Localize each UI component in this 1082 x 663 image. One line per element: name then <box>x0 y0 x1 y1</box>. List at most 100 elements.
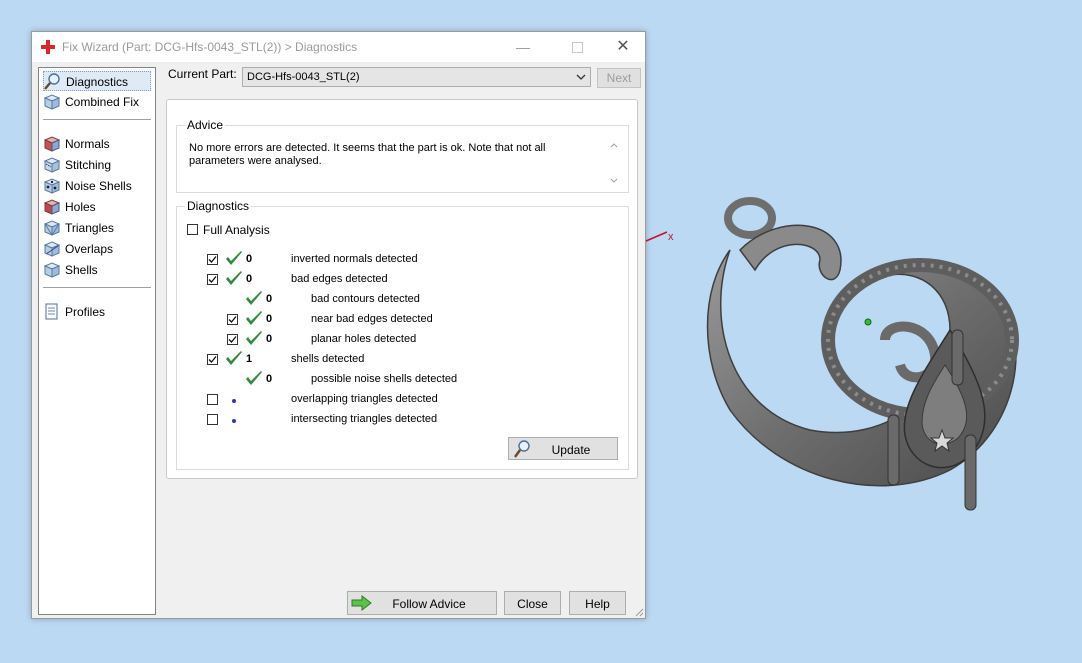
follow-advice-button[interactable]: Follow Advice <box>347 591 497 615</box>
diagnostic-label: near bad edges detected <box>311 313 433 325</box>
resize-grip-icon[interactable] <box>634 607 644 617</box>
diagnostic-count: 0 <box>266 373 273 385</box>
diagnostic-row: 0 near bad edges detected <box>177 311 617 328</box>
nav-label: Normals <box>65 137 110 151</box>
diagnostic-checkbox[interactable] <box>207 354 218 365</box>
checkmark-icon <box>208 276 217 283</box>
chevron-down-icon <box>576 74 586 80</box>
nav-item-profiles[interactable]: Profiles <box>43 302 151 322</box>
advice-text: No more errors are detected. It seems th… <box>189 142 546 167</box>
nav-item-overlaps[interactable]: Overlaps <box>43 239 151 259</box>
diagnostic-count: 0 <box>246 273 253 285</box>
pending-dot-icon <box>232 419 236 423</box>
update-button[interactable]: Update <box>508 437 618 460</box>
full-analysis-label: Full Analysis <box>203 223 270 237</box>
diagnostic-checkbox[interactable] <box>207 274 218 285</box>
help-label: Help <box>585 597 610 611</box>
red-cross-icon <box>41 40 55 54</box>
diagnostic-row: 0 planar holes detected <box>177 331 617 348</box>
diagnostic-checkbox[interactable] <box>207 414 218 425</box>
close-label: Close <box>517 597 548 611</box>
diagnostic-checkbox[interactable] <box>207 254 218 265</box>
diagnostic-count: 0 <box>246 253 253 265</box>
holes-cube-icon <box>43 199 60 215</box>
nav-label: Diagnostics <box>66 75 129 89</box>
diagnostics-title: Diagnostics <box>185 199 252 213</box>
window-title: Fix Wizard (Part: DCG-Hfs-0043_STL(2)) >… <box>62 40 358 54</box>
diagnostic-label: shells detected <box>291 353 365 365</box>
triangles-icon <box>43 220 60 236</box>
green-check-icon <box>226 351 242 365</box>
diagnostic-label: possible noise shells detected <box>311 373 458 385</box>
diagnostic-label: overlapping triangles detected <box>291 393 438 405</box>
advice-title: Advice <box>185 118 226 132</box>
green-check-icon <box>246 371 262 385</box>
checkmark-icon <box>228 316 237 323</box>
green-check-icon <box>226 251 242 265</box>
nav-label: Shells <box>65 263 98 277</box>
nav-item-triangles[interactable]: Triangles <box>43 218 151 238</box>
diagnostic-row: 0 inverted normals detected <box>177 251 617 268</box>
diagnostic-label: bad contours detected <box>311 293 420 305</box>
diagnostic-count: 0 <box>266 333 273 345</box>
diagnostic-row: 0 bad edges detected <box>177 271 617 288</box>
nav-item-noise-shells[interactable]: Noise Shells <box>43 176 151 196</box>
diagnostic-checkbox[interactable] <box>227 334 238 345</box>
green-check-icon <box>246 331 262 345</box>
nav-divider <box>43 119 151 120</box>
diagnostics-group: Diagnostics Full Analysis 0 inverted norm… <box>176 199 629 470</box>
diagnostic-label: inverted normals detected <box>291 253 418 265</box>
help-button[interactable]: Help <box>569 591 626 615</box>
checkmark-icon <box>208 356 217 363</box>
diagnostic-count: 0 <box>266 313 273 325</box>
diagnostic-row: 1 shells detected <box>177 351 617 368</box>
nav-label: Triangles <box>65 221 114 235</box>
nav-item-normals[interactable]: Normals <box>43 134 151 154</box>
green-check-icon <box>246 291 262 305</box>
checkmark-icon <box>228 336 237 343</box>
axis-label: x <box>668 231 674 243</box>
fix-wizard-window: Fix Wizard (Part: DCG-Hfs-0043_STL(2)) >… <box>31 31 646 619</box>
full-analysis-row: Full Analysis <box>177 222 617 238</box>
current-part-value: DCG-Hfs-0043_STL(2) <box>247 71 360 83</box>
close-window-button[interactable]: ✕ <box>600 32 646 62</box>
checkmark-icon <box>208 256 217 263</box>
overlaps-icon <box>43 241 60 257</box>
shells-icon <box>43 262 60 278</box>
diagnostic-checkbox[interactable] <box>207 394 218 405</box>
title-bar[interactable]: Fix Wizard (Part: DCG-Hfs-0043_STL(2)) >… <box>32 32 645 62</box>
nav-label: Overlaps <box>65 242 114 256</box>
green-check-icon <box>226 271 242 285</box>
diagnostic-row: 0 bad contours detected <box>177 291 617 308</box>
nav-item-stitching[interactable]: Stitching <box>43 155 151 175</box>
advice-scrollbar[interactable] <box>608 140 620 186</box>
diagnostic-count: 1 <box>246 353 253 365</box>
nav-label: Stitching <box>65 158 112 172</box>
cube-icon <box>43 94 60 110</box>
stitching-icon <box>43 157 60 173</box>
maximize-button[interactable] <box>554 32 600 62</box>
next-button[interactable]: Next <box>597 68 641 88</box>
nav-label: Holes <box>65 200 96 214</box>
document-icon <box>45 303 58 320</box>
update-label: Update <box>551 443 591 457</box>
diagnostic-row: overlapping triangles detected <box>177 392 617 408</box>
nav-label: Combined Fix <box>65 95 140 109</box>
nav-item-shells[interactable]: Shells <box>43 260 151 280</box>
nav-item-holes[interactable]: Holes <box>43 197 151 217</box>
diagnostic-label: bad edges detected <box>291 273 388 285</box>
current-part-select[interactable]: DCG-Hfs-0043_STL(2) <box>242 67 591 87</box>
normals-cube-icon <box>43 136 60 152</box>
nav-item-diagnostics[interactable]: Diagnostics <box>43 71 151 91</box>
current-part-label: Current Part: <box>168 67 237 81</box>
green-check-icon <box>246 311 262 325</box>
diagnostic-checkbox[interactable] <box>227 314 238 325</box>
nav-item-combined-fix[interactable]: Combined Fix <box>43 92 151 112</box>
minimize-button[interactable]: — <box>500 32 546 62</box>
jewelry-3d-model <box>706 197 1019 511</box>
follow-advice-label: Follow Advice <box>392 597 466 611</box>
diagnostic-row: 0 possible noise shells detected <box>177 371 617 388</box>
close-button[interactable]: Close <box>504 591 561 615</box>
magnifier-icon <box>44 73 60 90</box>
full-analysis-checkbox[interactable] <box>187 224 198 235</box>
